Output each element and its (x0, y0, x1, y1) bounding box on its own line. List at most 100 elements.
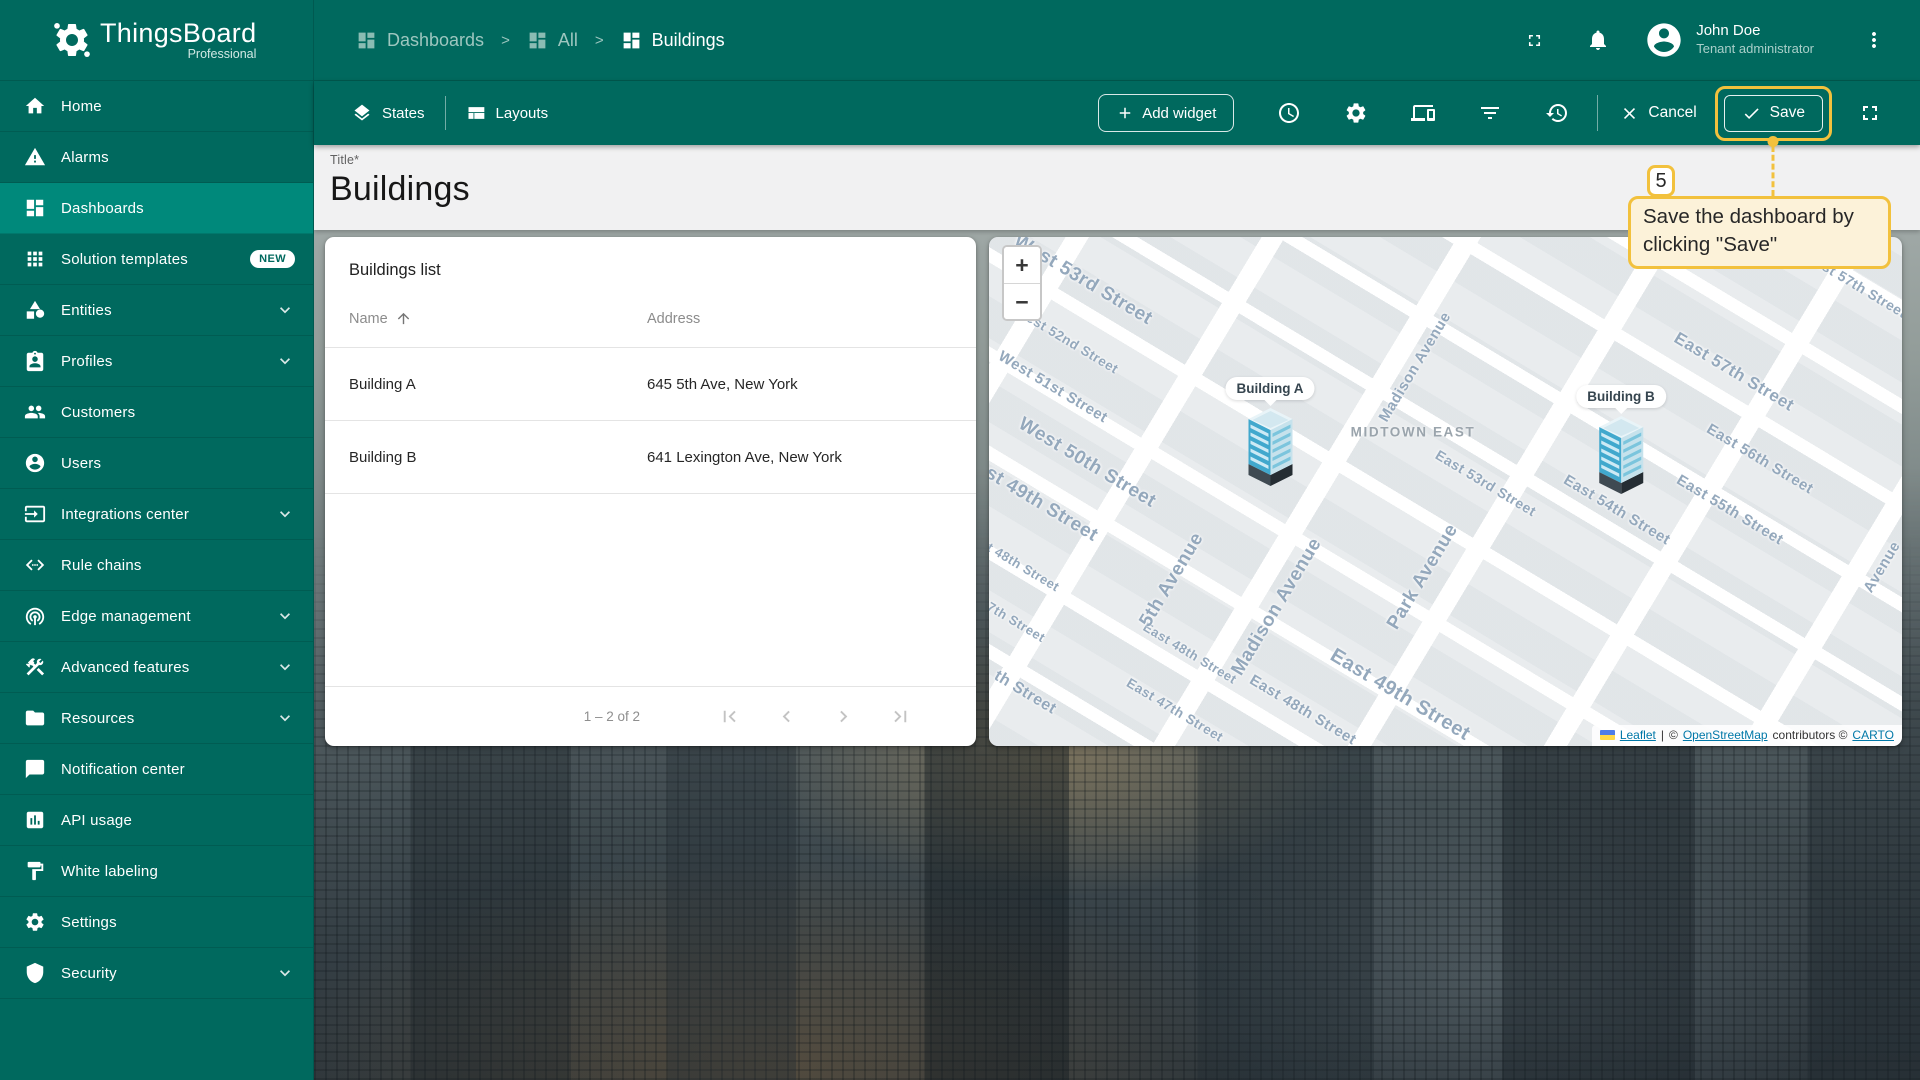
sidebar-item-label: Resources (61, 709, 135, 727)
time-window-button[interactable] (1277, 101, 1301, 125)
sidebar-item-settings[interactable]: Settings (0, 897, 313, 948)
states-button[interactable]: States (352, 103, 425, 123)
attribution-separator: | (1660, 728, 1664, 742)
history-icon (1546, 104, 1568, 122)
sidebar-item-dashboards[interactable]: Dashboards (0, 183, 313, 234)
sidebar-item-label: Integrations center (61, 505, 190, 523)
dashboard-icon (529, 32, 546, 48)
last-page-icon (894, 710, 907, 723)
sidebar-item-security[interactable]: Security (0, 948, 313, 999)
attribution-contributors: contributors © (1772, 728, 1848, 742)
sidebar-item-notification-center[interactable]: Notification center (0, 744, 313, 795)
entity-filter-button[interactable] (1478, 101, 1502, 125)
sidebar-item-label: Security (61, 964, 117, 982)
sidebar-item-profiles[interactable]: Profiles (0, 336, 313, 387)
sidebar-item-edge-management[interactable]: Edge management (0, 591, 313, 642)
bar-chart-icon (26, 811, 44, 829)
notifications-button[interactable] (1586, 28, 1610, 52)
sidebar-item-home[interactable]: Home (0, 81, 313, 132)
map-marker-building-b[interactable]: Building B (1576, 385, 1666, 495)
zoom-out-button[interactable]: − (1004, 283, 1040, 319)
add-widget-button[interactable]: Add widget (1098, 94, 1235, 132)
clock-icon (1279, 103, 1300, 123)
sidebar-item-white-labeling[interactable]: White labeling (0, 846, 313, 897)
divider (444, 96, 446, 130)
user-role: Tenant administrator (1696, 41, 1814, 56)
sidebar-item-solution-templates[interactable]: Solution templates NEW (0, 234, 313, 285)
version-history-button[interactable] (1545, 101, 1569, 125)
sidebar-item-label: Customers (61, 403, 136, 421)
onboarding-text: Save the dashboard by clicking "Save" (1643, 204, 1854, 256)
column-header-name[interactable]: Name (349, 310, 647, 327)
next-page-button[interactable] (832, 705, 855, 728)
layouts-button[interactable]: Layouts (466, 103, 548, 123)
dashboard-icon (26, 199, 44, 217)
more-menu-button[interactable] (1862, 28, 1886, 52)
breadcrumb-buildings[interactable]: Buildings (621, 30, 725, 51)
paint-icon (27, 861, 44, 881)
fullscreen-button[interactable] (1525, 31, 1544, 50)
entities-icon (26, 300, 45, 319)
first-page-icon (723, 710, 736, 723)
sidebar-item-entities[interactable]: Entities (0, 285, 313, 336)
cancel-label: Cancel (1648, 104, 1697, 121)
thingsboard-logo-icon (54, 23, 90, 57)
map-marker-building-a[interactable]: Building A (1225, 377, 1315, 487)
bell-icon (1590, 30, 1607, 50)
building-tower-icon (1599, 416, 1643, 494)
title-field-label: Title* (330, 153, 360, 167)
breadcrumb-label: Dashboards (387, 29, 485, 50)
manage-layouts-button[interactable] (1411, 101, 1436, 125)
chevron-right-icon (840, 710, 848, 723)
breadcrumb-all[interactable]: All (527, 30, 578, 51)
states-label: States (382, 104, 425, 122)
sidebar-item-integrations-center[interactable]: Integrations center (0, 489, 313, 540)
leaflet-link[interactable]: Leaflet (1620, 728, 1656, 742)
dashboard-settings-button[interactable] (1344, 101, 1368, 125)
chevron-down-icon (280, 358, 290, 365)
chevron-down-icon (280, 970, 290, 977)
sidebar-item-advanced-features[interactable]: Advanced features (0, 642, 313, 693)
cell-name: Building A (349, 375, 416, 393)
first-page-button[interactable] (718, 705, 741, 728)
table-row[interactable]: Building B 641 Lexington Ave, New York (325, 421, 976, 494)
cell-name: Building B (349, 448, 417, 466)
sidebar-item-customers[interactable]: Customers (0, 387, 313, 438)
devices-icon (1411, 105, 1436, 121)
sidebar-item-alarms[interactable]: Alarms (0, 132, 313, 183)
kebab-icon (1872, 32, 1876, 48)
buildings-list-widget: Buildings list Name Address Building A 6… (325, 237, 976, 746)
avatar[interactable] (1644, 20, 1684, 60)
neighborhood-label: MIDTOWN EAST (1350, 424, 1476, 440)
breadcrumb: Dashboards > All > Buildings (356, 30, 725, 51)
fullscreen-icon (1529, 34, 1541, 46)
cell-address: 641 Lexington Ave, New York (647, 448, 842, 466)
table-row[interactable]: Building A 645 5th Ave, New York (325, 348, 976, 421)
cancel-button[interactable]: Cancel (1608, 96, 1708, 131)
sidebar-item-resources[interactable]: Resources (0, 693, 313, 744)
marker-label: Building A (1225, 377, 1315, 400)
breadcrumb-dashboards[interactable]: Dashboards (356, 30, 484, 51)
sidebar-item-label: Home (61, 97, 102, 115)
user-menu[interactable]: John Doe Tenant administrator (1696, 22, 1814, 58)
column-header-address[interactable]: Address (647, 311, 952, 327)
sidebar-item-rule-chains[interactable]: Rule chains (0, 540, 313, 591)
logo[interactable]: ThingsBoard Professional (0, 0, 313, 81)
zoom-in-button[interactable]: + (1004, 247, 1040, 283)
save-button[interactable]: Save (1723, 94, 1823, 132)
attribution-copyright: © (1668, 728, 1678, 742)
warning-icon (24, 147, 46, 166)
buildings-map-widget[interactable]: West 53rd Street West 52nd Street West 5… (989, 237, 1902, 746)
last-page-button[interactable] (889, 705, 912, 728)
cell-address: 645 5th Ave, New York (647, 375, 798, 393)
carto-link[interactable]: CARTO (1852, 728, 1894, 742)
sidebar-item-label: Rule chains (61, 556, 142, 574)
sidebar-item-label: Dashboards (61, 199, 144, 217)
previous-page-button[interactable] (775, 705, 798, 728)
sidebar-item-api-usage[interactable]: API usage (0, 795, 313, 846)
sidebar-nav: Home Alarms Dashboards Solution template… (0, 81, 313, 999)
sidebar-item-users[interactable]: Users (0, 438, 313, 489)
expand-dashboard-button[interactable] (1858, 101, 1882, 125)
gear-icon (1347, 103, 1366, 123)
openstreetmap-link[interactable]: OpenStreetMap (1683, 728, 1768, 742)
